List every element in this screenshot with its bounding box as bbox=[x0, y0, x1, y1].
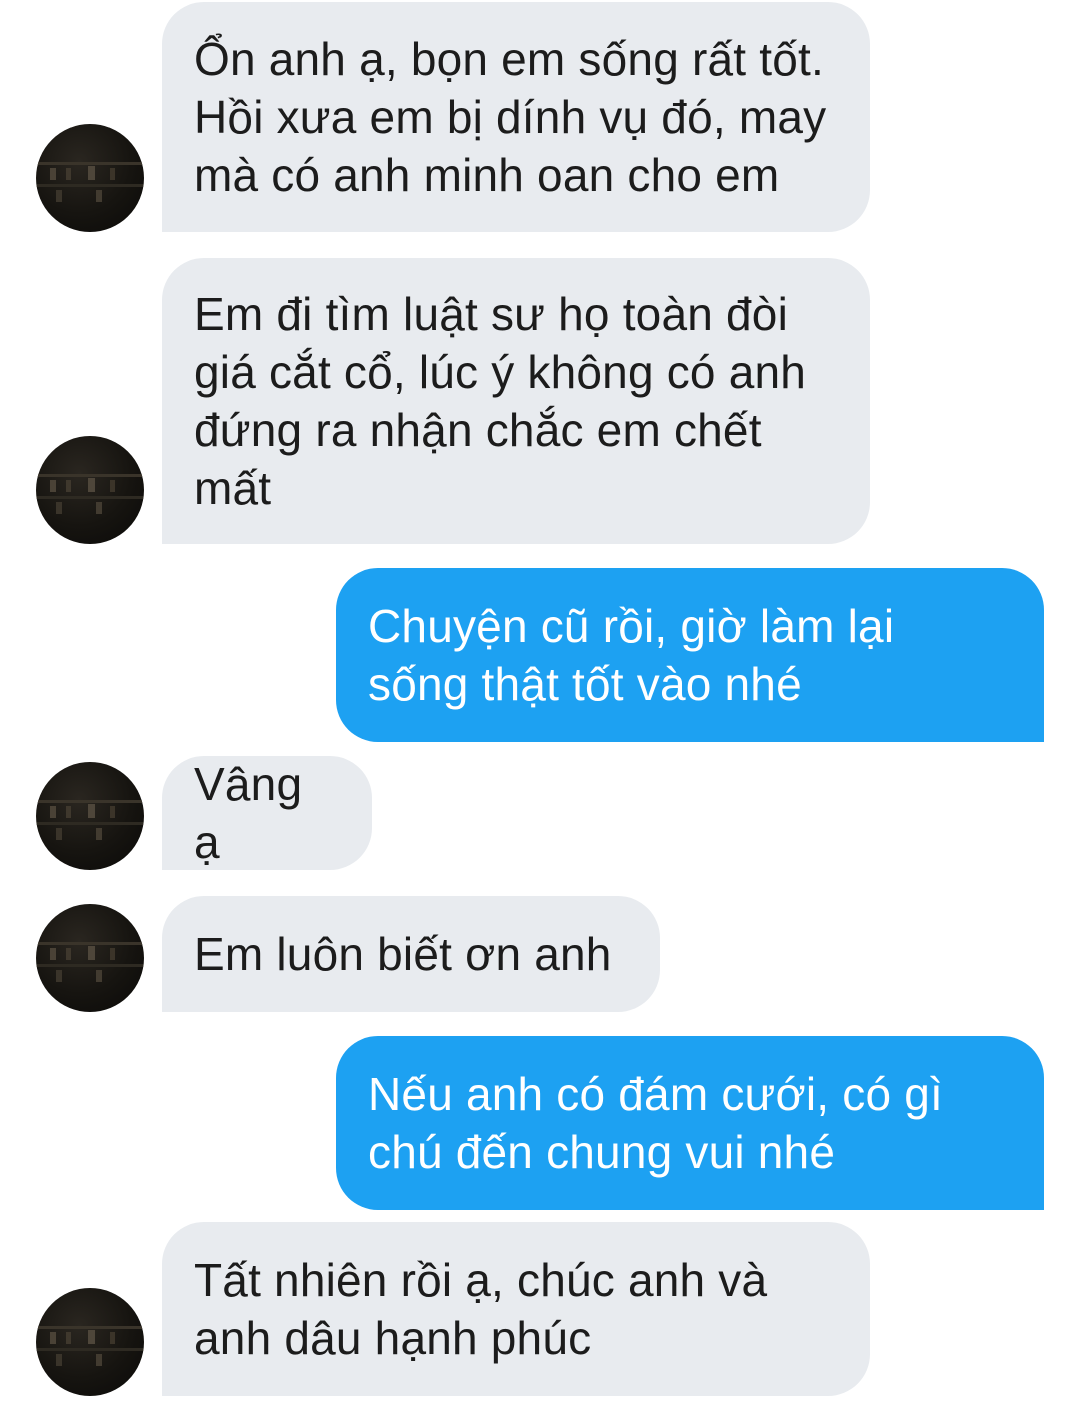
contact-avatar[interactable] bbox=[36, 762, 144, 870]
contact-avatar-icon bbox=[36, 474, 144, 514]
message-bubble-outgoing[interactable]: Nếu anh có đám cưới, có gì chú đến chung… bbox=[336, 1036, 1044, 1210]
message-bubble-incoming[interactable]: Vâng ạ bbox=[162, 756, 372, 870]
message-bubble-outgoing[interactable]: Chuyện cũ rồi, giờ làm lại sống thật tốt… bbox=[336, 568, 1044, 742]
contact-avatar-icon bbox=[36, 162, 144, 202]
chat-thread: Ổn anh ạ, bọn em sống rất tốt. Hồi xưa e… bbox=[0, 0, 1080, 1406]
message-bubble-incoming[interactable]: Ổn anh ạ, bọn em sống rất tốt. Hồi xưa e… bbox=[162, 2, 870, 232]
message-bubble-incoming[interactable]: Em luôn biết ơn anh bbox=[162, 896, 660, 1012]
contact-avatar[interactable] bbox=[36, 904, 144, 1012]
contact-avatar[interactable] bbox=[36, 436, 144, 544]
contact-avatar[interactable] bbox=[36, 1288, 144, 1396]
contact-avatar-icon bbox=[36, 1326, 144, 1366]
contact-avatar[interactable] bbox=[36, 124, 144, 232]
contact-avatar-icon bbox=[36, 942, 144, 982]
message-bubble-incoming[interactable]: Tất nhiên rồi ạ, chúc anh và anh dâu hạn… bbox=[162, 1222, 870, 1396]
contact-avatar-icon bbox=[36, 800, 144, 840]
message-bubble-incoming[interactable]: Em đi tìm luật sư họ toàn đòi giá cắt cổ… bbox=[162, 258, 870, 544]
